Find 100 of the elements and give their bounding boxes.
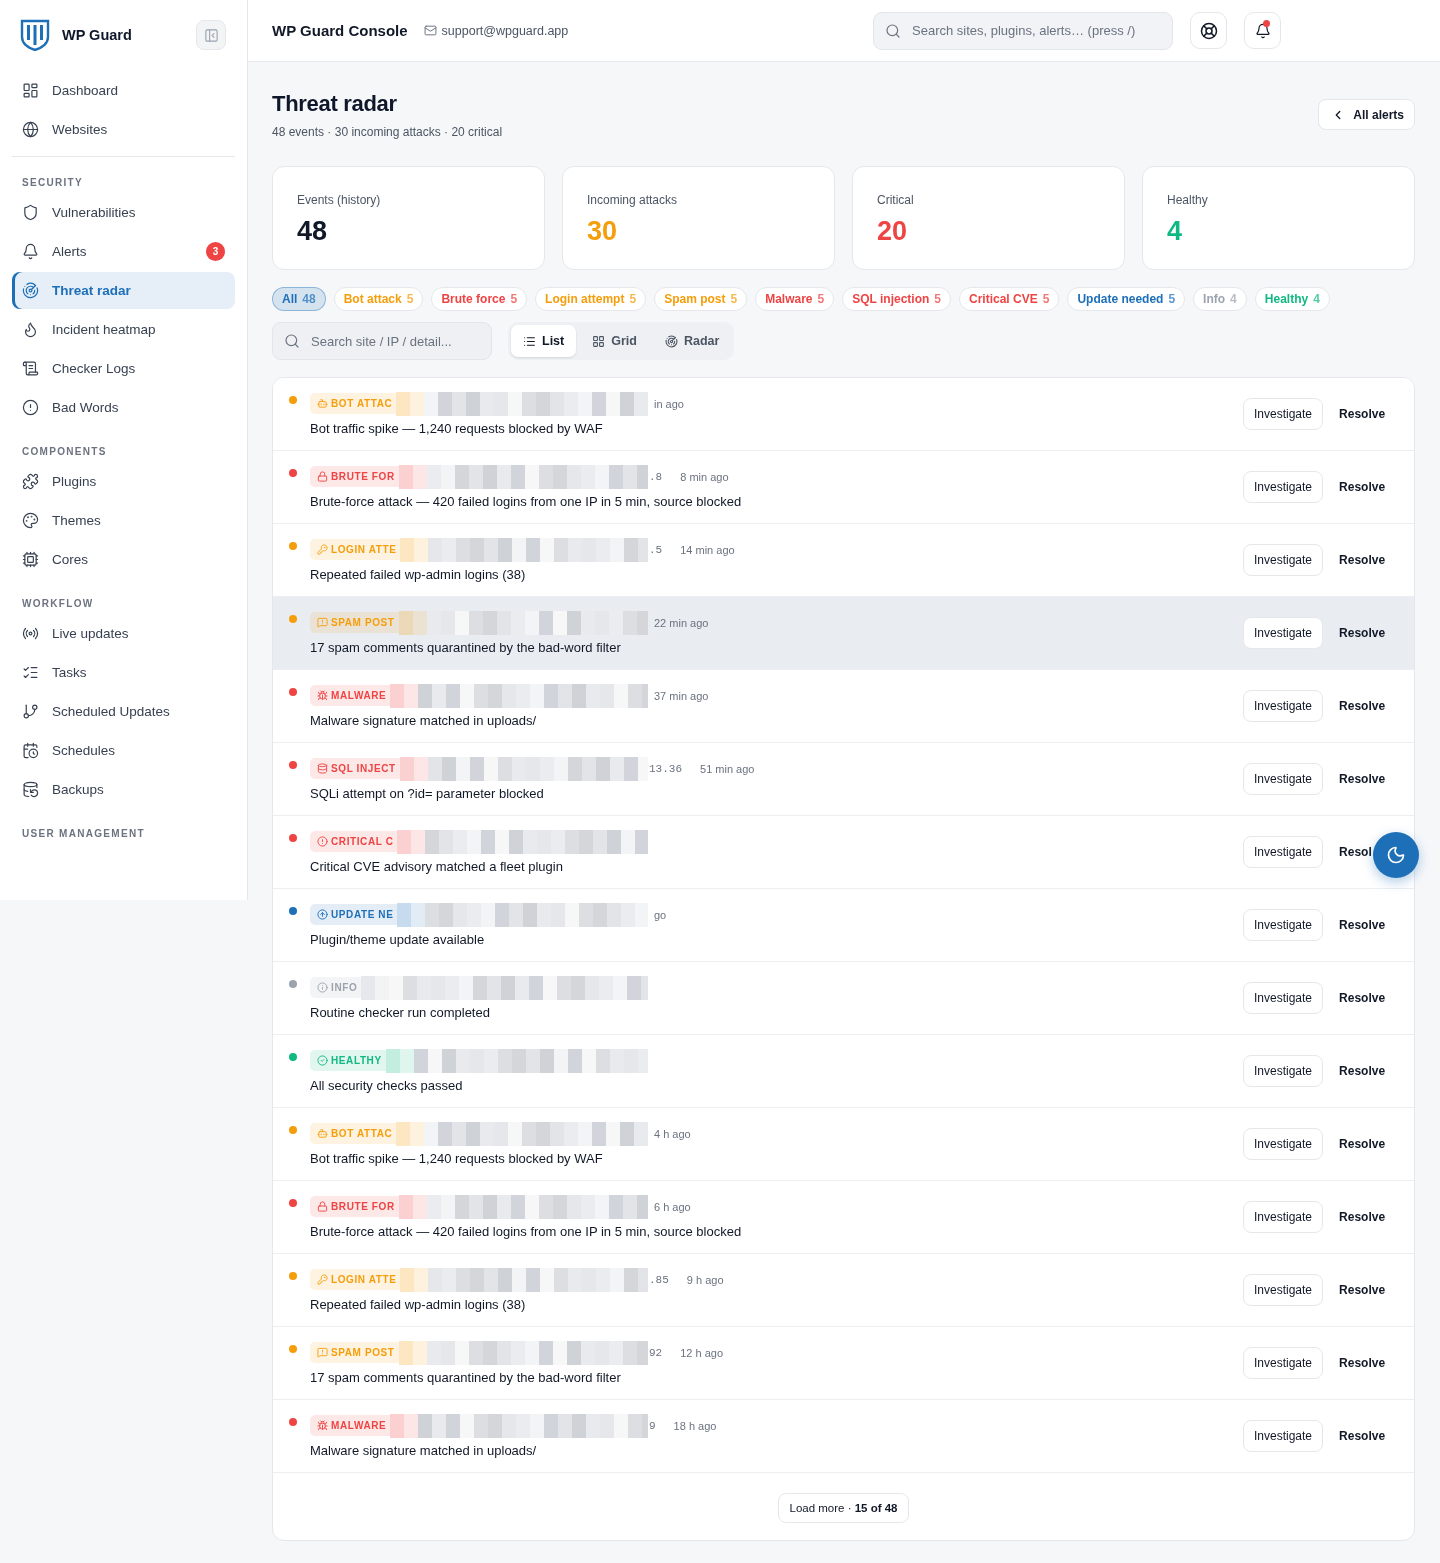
sidebar-item[interactable]: Cores (12, 541, 235, 578)
sidebar-item[interactable]: Live updates (12, 615, 235, 652)
dashboard-icon (22, 82, 39, 99)
filter-chip[interactable]: Malware 5 (755, 287, 835, 311)
checklist-icon (22, 664, 39, 681)
event-title: Malware signature matched in uploads/ (310, 711, 538, 730)
search-field[interactable]: Search sites, plugins, alerts… (press /) (873, 11, 1173, 50)
tag-label: BRUTE FOR (331, 1201, 395, 1212)
resolve-button[interactable]: Resolve (1331, 617, 1387, 649)
investigate-button[interactable]: Investigate (1243, 836, 1324, 868)
investigate-button[interactable]: Investigate (1243, 1420, 1324, 1452)
sidebar-item[interactable]: Websites (12, 111, 235, 148)
resolve-button[interactable]: Resolve (1331, 763, 1387, 795)
event-title: Bot traffic spike — 1,240 requests blocked by WAF (310, 1149, 604, 1168)
event-time: 14 min ago (680, 543, 735, 556)
resolve-button[interactable]: Resolve (1331, 398, 1387, 430)
investigate-button[interactable]: Investigate (1243, 1201, 1324, 1233)
alert-circle-icon (22, 399, 39, 416)
sidebar-item[interactable]: Schedules (12, 732, 235, 769)
filter-chip[interactable]: Update needed 5 (1067, 287, 1186, 311)
resolve-button[interactable]: Resolve (1331, 1420, 1387, 1452)
sidebar-item[interactable]: Alerts 3 (12, 233, 235, 270)
resolve-button[interactable]: Resolve (1331, 1201, 1387, 1233)
sidebar-item[interactable]: Threat radar (12, 272, 235, 309)
load-more-button[interactable]: Load more · 15 of 48 (778, 1493, 909, 1523)
view-tab[interactable]: Radar (652, 325, 732, 357)
sidebar-item[interactable]: Plugins (12, 463, 235, 500)
event-title: Plugin/theme update available (310, 930, 486, 949)
view-tab[interactable]: Grid (580, 325, 649, 357)
bell-icon (1254, 22, 1271, 39)
check-circle-icon (317, 1055, 328, 1066)
message-alert-icon (317, 617, 328, 628)
back-button[interactable]: All alerts (1318, 99, 1415, 130)
investigate-button[interactable]: Investigate (1243, 1274, 1324, 1306)
resolve-button[interactable]: Resolve (1331, 1274, 1387, 1306)
search-icon (885, 22, 901, 39)
resolve-button[interactable]: Resolve (1331, 909, 1387, 941)
sidebar-item[interactable]: Bad Words (12, 389, 235, 426)
palette-icon (22, 512, 39, 529)
sidebar-item[interactable]: Tasks (12, 654, 235, 691)
sidebar-item[interactable]: Backups (12, 771, 235, 808)
view-tab[interactable]: List (511, 325, 577, 357)
resolve-button[interactable]: Resolve (1331, 982, 1387, 1014)
investigate-button[interactable]: Investigate (1243, 544, 1324, 576)
calendar-clock-icon (22, 742, 39, 759)
investigate-button[interactable]: Investigate (1243, 471, 1324, 503)
robot-icon (317, 1128, 328, 1139)
investigate-button[interactable]: Investigate (1243, 982, 1324, 1014)
section-heading: WORKFLOW (22, 598, 95, 610)
investigate-button[interactable]: Investigate (1243, 1128, 1324, 1160)
sidebar-item[interactable]: Themes (12, 502, 235, 539)
alert-circle-icon (317, 836, 328, 847)
event-title: SQLi attempt on ?id= parameter blocked (310, 784, 545, 803)
resolve-button[interactable]: Resolve (1331, 1055, 1387, 1087)
event-title: Critical CVE advisory matched a fleet plugin (310, 857, 564, 876)
investigate-button[interactable]: Investigate (1243, 617, 1324, 649)
broadcast-icon (22, 625, 39, 642)
count-badge: 3 (206, 242, 225, 261)
search-field[interactable]: Search site / IP / detail... (272, 322, 492, 360)
resolve-button[interactable]: Resolve (1331, 471, 1387, 503)
sidebar-item[interactable]: Dashboard (12, 72, 235, 109)
investigate-button[interactable]: Investigate (1243, 763, 1324, 795)
tag-label: MALWARE (331, 690, 387, 701)
filter-chip[interactable]: Brute force 5 (431, 287, 528, 311)
investigate-button[interactable]: Investigate (1243, 398, 1324, 430)
event-title: Brute-force attack — 420 failed logins from one IP in 5 min, source blocked (310, 1222, 743, 1241)
event-time: 22 min ago (654, 616, 709, 629)
bug-icon (317, 1420, 328, 1431)
resolve-button[interactable]: Resolve (1331, 1347, 1387, 1379)
section-heading: COMPONENTS (22, 446, 108, 458)
tag-label: MALWARE (331, 1420, 387, 1431)
filter-chip[interactable]: Critical CVE 5 (959, 287, 1060, 311)
event-time: 6 h ago (654, 1200, 691, 1213)
event-time: 18 h ago (673, 1419, 717, 1432)
support-email: support@wpguard.app (441, 23, 569, 38)
investigate-button[interactable]: Investigate (1243, 909, 1324, 941)
resolve-button[interactable]: Resol (1331, 836, 1373, 868)
tag-label: BRUTE FOR (331, 471, 395, 482)
key-icon (317, 1274, 328, 1285)
sidebar-item[interactable]: Scheduled Updates (12, 693, 235, 730)
notifications-button[interactable] (1244, 12, 1281, 49)
help-button[interactable] (1190, 12, 1227, 49)
filter-chip[interactable]: SQL injection 5 (842, 287, 951, 311)
filter-chip[interactable]: All 48 (272, 287, 326, 311)
bug-icon (317, 690, 328, 701)
event-title: Malware signature matched in uploads/ (310, 1441, 538, 1460)
investigate-button[interactable]: Investigate (1243, 690, 1324, 722)
investigate-button[interactable]: Investigate (1243, 1347, 1324, 1379)
detail-fragment: 9 (649, 1419, 656, 1432)
event-time: 12 h ago (680, 1346, 724, 1359)
tag-label: CRITICAL C (331, 836, 394, 847)
resolve-button[interactable]: Resolve (1331, 544, 1387, 576)
investigate-button[interactable]: Investigate (1243, 1055, 1324, 1087)
sidebar-item[interactable]: Vulnerabilities (12, 194, 235, 231)
sidebar-item[interactable]: Incident heatmap (12, 311, 235, 348)
resolve-button[interactable]: Resolve (1331, 1128, 1387, 1160)
resolve-button[interactable]: Resolve (1331, 690, 1387, 722)
list-icon (523, 334, 536, 348)
sidebar-item[interactable]: Checker Logs (12, 350, 235, 387)
event-title: All security checks passed (310, 1076, 464, 1095)
